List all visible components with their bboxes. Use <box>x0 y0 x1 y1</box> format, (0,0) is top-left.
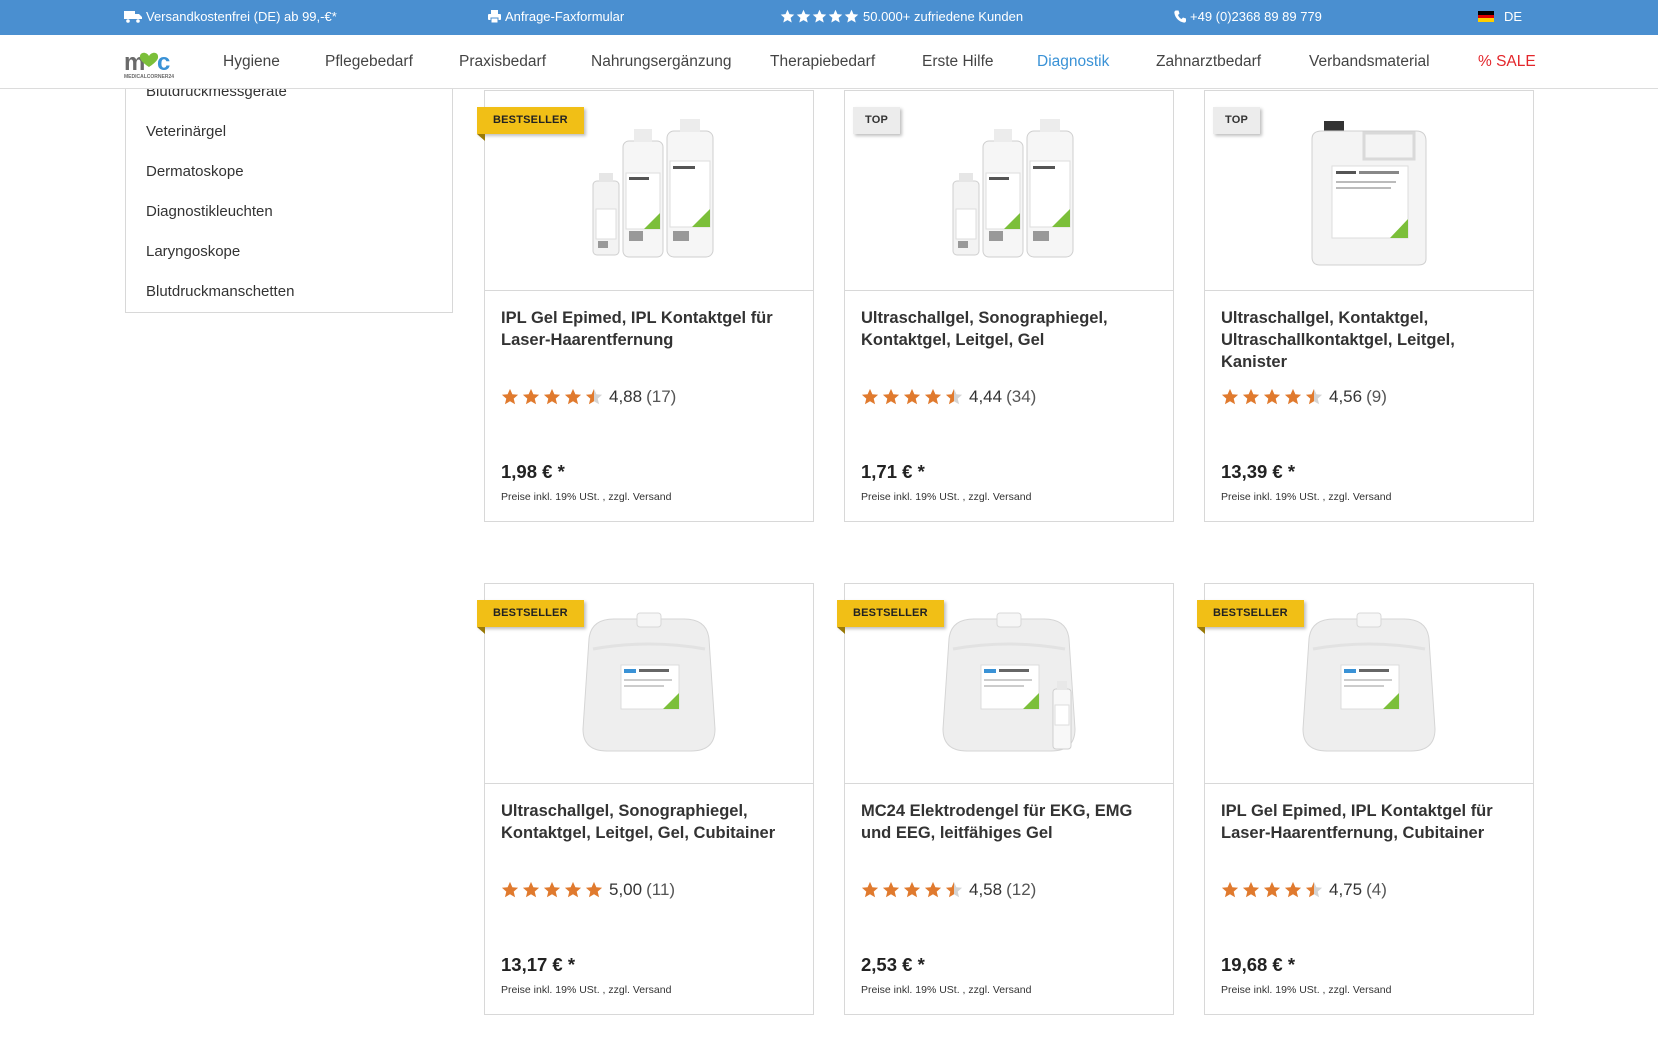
printer-icon <box>488 10 501 23</box>
rating-stars <box>501 388 603 406</box>
product-card[interactable]: BESTSELLER IPL Gel Epimed, IPL Kontaktge… <box>477 90 814 522</box>
price-tax-note: Preise inkl. 19% USt. , zzgl. Versand <box>1221 984 1392 996</box>
rating-stars <box>501 881 603 899</box>
product-price: 19,68 € * <box>1221 954 1296 975</box>
product-rating: 4,58 (12) <box>861 880 1036 900</box>
sidebar-item-blutdruckmanschetten[interactable]: Blutdruckmanschetten <box>146 283 294 300</box>
rating-count: (34) <box>1006 387 1037 406</box>
customer-rating-info: 50.000+ zufriedene Kunden <box>780 9 1023 24</box>
nav-item-sale[interactable]: % SALE <box>1478 53 1536 71</box>
product-title[interactable]: MC24 Elektrodengel für EKG, EMG und EEG,… <box>861 800 1161 844</box>
sidebar-item-dermatoskope[interactable]: Dermatoskope <box>146 163 244 180</box>
price-tax-note: Preise inkl. 19% USt. , zzgl. Versand <box>501 491 672 503</box>
top-badge: TOP <box>853 107 901 134</box>
rating-value: 4,88 <box>609 387 643 406</box>
rating-value: 4,58 <box>969 880 1003 899</box>
rating-count: (4) <box>1366 880 1387 899</box>
product-price: 1,71 € * <box>861 461 925 482</box>
product-card[interactable]: BESTSELLER Ultraschallgel, Sonographiege… <box>477 583 814 1015</box>
nav-item-hygiene[interactable]: Hygiene <box>223 53 280 71</box>
sidebar-item-diagnostikleuchten[interactable]: Diagnostikleuchten <box>146 203 273 220</box>
language-switcher[interactable]: DE <box>1478 9 1522 24</box>
product-rating: 4,56 (9) <box>1221 387 1387 407</box>
shipping-text: Versandkostenfrei (DE) ab 99,-€* <box>146 9 337 24</box>
main-navigation: m c MEDICALCORNER24 Hygiene Pflegebedarf… <box>0 35 1658 89</box>
phone-icon <box>1174 10 1186 23</box>
nav-item-erste-hilfe[interactable]: Erste Hilfe <box>922 53 994 71</box>
nav-item-verbandsmaterial[interactable]: Verbandsmaterial <box>1309 53 1430 71</box>
product-card[interactable]: TOP Ultraschallgel, Kontaktgel, Ultrasch… <box>1204 90 1534 522</box>
nav-item-therapiebedarf[interactable]: Therapiebedarf <box>770 53 875 71</box>
product-title[interactable]: Ultraschallgel, Kontaktgel, Ultraschallk… <box>1221 307 1521 373</box>
price-tax-note: Preise inkl. 19% USt. , zzgl. Versand <box>1221 491 1392 503</box>
rating-stars <box>861 388 963 406</box>
product-rating: 4,44 (34) <box>861 387 1036 407</box>
phone-link[interactable]: +49 (0)2368 89 89 779 <box>1174 9 1322 24</box>
phone-text: +49 (0)2368 89 89 779 <box>1190 9 1322 24</box>
rating-value: 4,44 <box>969 387 1003 406</box>
nav-item-pflegebedarf[interactable]: Pflegebedarf <box>325 53 413 71</box>
rating-stars <box>1221 881 1323 899</box>
product-price: 13,39 € * <box>1221 461 1296 482</box>
fax-form-text: Anfrage-Faxformular <box>505 9 625 24</box>
top-info-bar: Versandkostenfrei (DE) ab 99,-€* Anfrage… <box>0 0 1658 35</box>
sidebar-item-veterinaergel[interactable]: Veterinärgel <box>146 123 226 140</box>
rating-count: (9) <box>1366 387 1387 406</box>
product-title[interactable]: IPL Gel Epimed, IPL Kontaktgel für Laser… <box>1221 800 1521 844</box>
language-text: DE <box>1504 9 1523 24</box>
svg-text:m: m <box>124 49 145 76</box>
top-badge: TOP <box>1213 107 1261 134</box>
product-title[interactable]: Ultraschallgel, Sonographiegel, Kontaktg… <box>861 307 1161 351</box>
product-card[interactable]: BESTSELLER MC24 Elektrodengel für EKG, E… <box>837 583 1174 1015</box>
nav-item-zahnarztbedarf[interactable]: Zahnarztbedarf <box>1156 53 1261 71</box>
nav-item-diagnostik[interactable]: Diagnostik <box>1037 53 1109 71</box>
category-sidebar: Blutdruckmessgeräte Veterinärgel Dermato… <box>125 70 453 313</box>
svg-text:MEDICALCORNER24: MEDICALCORNER24 <box>124 74 174 80</box>
bestseller-badge: BESTSELLER <box>477 107 584 141</box>
nav-item-praxisbedarf[interactable]: Praxisbedarf <box>459 53 546 71</box>
rating-value: 5,00 <box>609 880 643 899</box>
rating-count: (12) <box>1006 880 1037 899</box>
sidebar-item-laryngoskope[interactable]: Laryngoskope <box>146 243 240 260</box>
svg-text:c: c <box>157 49 170 76</box>
product-title[interactable]: IPL Gel Epimed, IPL Kontaktgel für Laser… <box>501 307 801 351</box>
german-flag-icon <box>1478 11 1494 23</box>
product-rating: 4,88 (17) <box>501 387 676 407</box>
rating-value: 4,75 <box>1329 880 1363 899</box>
truck-icon <box>124 10 142 23</box>
price-tax-note: Preise inkl. 19% USt. , zzgl. Versand <box>861 491 1032 503</box>
product-price: 1,98 € * <box>501 461 565 482</box>
price-tax-note: Preise inkl. 19% USt. , zzgl. Versand <box>501 984 672 996</box>
price-tax-note: Preise inkl. 19% USt. , zzgl. Versand <box>861 984 1032 996</box>
star-icon <box>780 9 859 24</box>
rating-value: 4,56 <box>1329 387 1363 406</box>
customers-text: 50.000+ zufriedene Kunden <box>863 9 1024 24</box>
product-price: 2,53 € * <box>861 954 925 975</box>
product-card[interactable]: BESTSELLER IPL Gel Epimed, IPL Kontaktge… <box>1197 583 1534 1015</box>
bestseller-badge: BESTSELLER <box>477 600 584 634</box>
product-card[interactable]: TOP Ultraschallgel, Sonographiegel, Kont… <box>844 90 1174 522</box>
product-price: 13,17 € * <box>501 954 576 975</box>
medicalcorner24-logo[interactable]: m c MEDICALCORNER24 <box>124 48 186 80</box>
fax-form-link[interactable]: Anfrage-Faxformular <box>488 9 624 24</box>
nav-item-nahrungsergaenzung[interactable]: Nahrungsergänzung <box>591 53 731 71</box>
rating-count: (17) <box>646 387 677 406</box>
bestseller-badge: BESTSELLER <box>1197 600 1304 634</box>
rating-stars <box>1221 388 1323 406</box>
product-rating: 5,00 (11) <box>501 880 675 900</box>
product-rating: 4,75 (4) <box>1221 880 1387 900</box>
product-title[interactable]: Ultraschallgel, Sonographiegel, Kontaktg… <box>501 800 801 844</box>
rating-count: (11) <box>646 880 676 899</box>
rating-stars <box>861 881 963 899</box>
shipping-info: Versandkostenfrei (DE) ab 99,-€* <box>124 9 337 24</box>
bestseller-badge: BESTSELLER <box>837 600 944 634</box>
